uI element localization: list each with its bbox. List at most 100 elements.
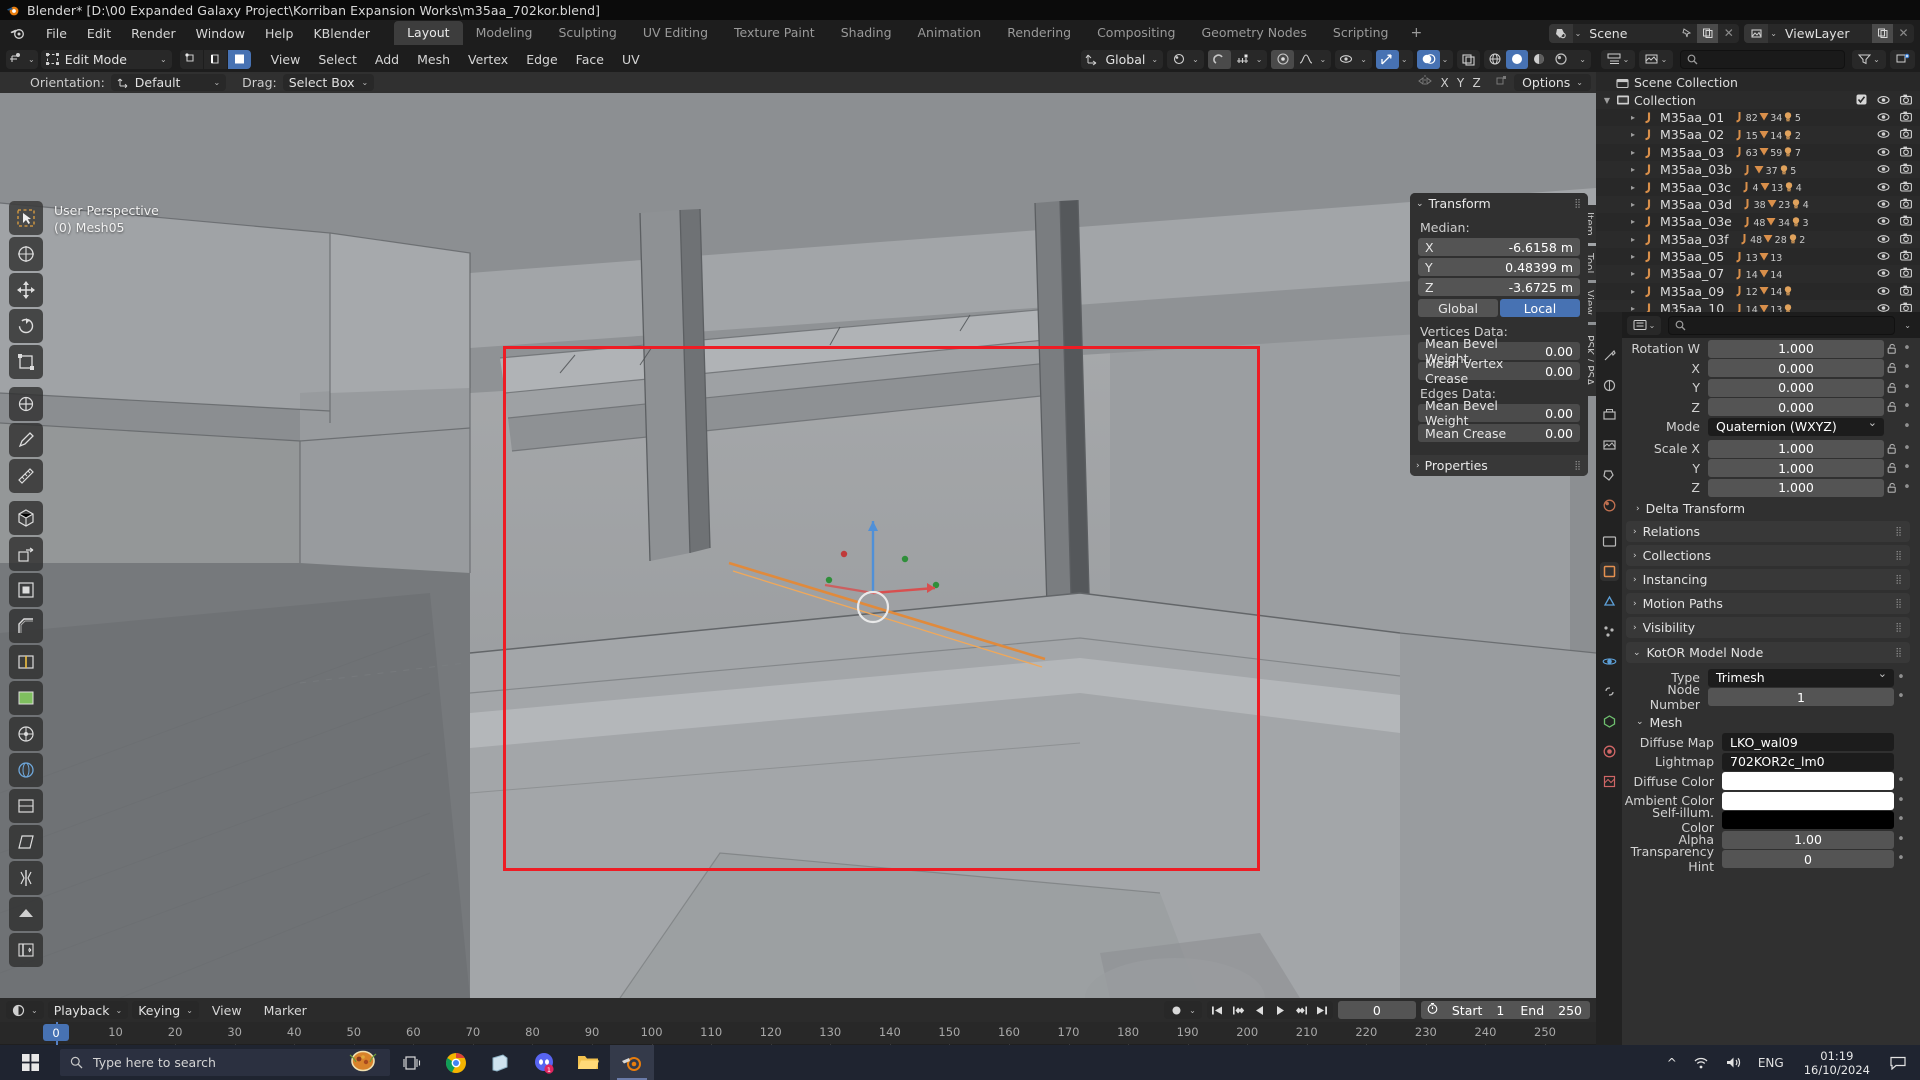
viewport-menu-select[interactable]: Select	[309, 50, 366, 69]
outliner-row-object[interactable]: ▸ M35aa_10 14 13	[1596, 300, 1920, 312]
rendered-shading-icon[interactable]	[1550, 50, 1572, 69]
volume-icon[interactable]	[1717, 1056, 1750, 1069]
section-drag-handle[interactable]: ⣿	[1895, 599, 1903, 609]
property-field[interactable]: Rotation W 1.000 •	[1622, 339, 1914, 358]
toggle-xray-icon[interactable]	[1457, 50, 1480, 69]
properties-options-chevron-icon[interactable]: ⌄	[1904, 321, 1915, 330]
language-indicator[interactable]: ENG	[1750, 1056, 1792, 1070]
tab-compositing[interactable]: Compositing	[1084, 21, 1188, 45]
viewport-menu-view[interactable]: View	[262, 50, 310, 69]
bevel-tool-icon[interactable]	[9, 609, 43, 643]
topology-mirror-icon[interactable]	[1494, 74, 1510, 92]
lock-icon[interactable]	[1884, 362, 1900, 374]
object-expand-icon[interactable]: ▸	[1626, 217, 1640, 226]
property-field[interactable]: Z 1.000 •	[1622, 478, 1914, 497]
wireframe-shading-icon[interactable]	[1484, 50, 1506, 69]
options-button[interactable]: Options ⌄	[1514, 74, 1591, 91]
menu-kblender[interactable]: KBlender	[303, 24, 380, 43]
timeline-menu-view[interactable]: View	[203, 1001, 251, 1020]
object-expand-icon[interactable]: ▸	[1626, 269, 1640, 278]
kotor-model-node-section[interactable]: ⌄ KotOR Model Node ⣿	[1626, 642, 1910, 663]
outliner-row-scene-collection[interactable]: Scene Collection	[1596, 74, 1920, 91]
median-y-row[interactable]: Y 0.48399 m	[1418, 258, 1580, 276]
outliner-row-object[interactable]: ▸ M35aa_07 14 14	[1596, 265, 1920, 283]
mirror-axis-y[interactable]: Y	[1453, 76, 1468, 90]
lock-icon[interactable]	[1884, 343, 1900, 355]
mesh-property-field[interactable]: Diffuse Color •	[1622, 772, 1908, 790]
tab-uv-editing[interactable]: UV Editing	[630, 21, 721, 45]
add-workspace-button[interactable]: +	[1401, 22, 1431, 44]
property-field[interactable]: Y 1.000 •	[1622, 459, 1914, 477]
outliner-row-object[interactable]: ▸ M35aa_09 12 14	[1596, 283, 1920, 300]
show-overlays-eye-icon[interactable]	[1335, 50, 1358, 69]
jump-to-end-button[interactable]	[1312, 1001, 1333, 1019]
tab-geometry-nodes[interactable]: Geometry Nodes	[1188, 21, 1319, 45]
object-visibility-eye-icon[interactable]	[1877, 145, 1890, 160]
shear-tool-icon[interactable]	[9, 825, 43, 859]
overlays-group[interactable]: ⌄	[1416, 49, 1454, 69]
jump-to-next-keyframe-button[interactable]	[1291, 1001, 1312, 1019]
outliner-row-object[interactable]: ▸ M35aa_03 63 59 7	[1596, 144, 1920, 161]
extrude-tool-icon[interactable]	[9, 537, 43, 571]
object-visibility-eye-icon[interactable]	[1877, 232, 1890, 247]
view-layer-properties-tab-icon[interactable]	[1600, 436, 1619, 455]
object-expand-icon[interactable]: ▸	[1626, 252, 1640, 261]
animate-property-dot[interactable]: •	[1894, 833, 1908, 846]
loop-cut-tool-icon[interactable]	[9, 645, 43, 679]
modifier-properties-tab-icon[interactable]	[1600, 592, 1619, 611]
properties-panel-header[interactable]: › Properties ⣿	[1410, 455, 1588, 476]
section-drag-handle[interactable]: ⣿	[1895, 623, 1903, 633]
outliner-row-object[interactable]: ▸ M35aa_03f 48 28 2	[1596, 230, 1920, 248]
edge-slide-tool-icon[interactable]	[9, 933, 43, 967]
animate-property-dot[interactable]: •	[1894, 813, 1908, 826]
add-cube-tool-icon[interactable]	[9, 501, 43, 535]
object-render-camera-icon[interactable]	[1900, 197, 1912, 212]
menu-edit[interactable]: Edit	[77, 24, 121, 43]
rotate-tool-icon[interactable]	[9, 309, 43, 343]
object-visibility-eye-icon[interactable]	[1877, 301, 1890, 312]
snap-to-icon[interactable]	[1231, 50, 1254, 69]
mesh-property-value[interactable]: 702KOR2c_lm0	[1722, 752, 1894, 771]
animate-property-dot[interactable]: •	[1900, 400, 1914, 413]
node-number-animate-dot[interactable]: •	[1894, 690, 1908, 703]
rip-region-tool-icon[interactable]	[9, 861, 43, 895]
current-frame-field[interactable]: 0	[1337, 1001, 1416, 1019]
overlays-icon[interactable]	[1416, 49, 1440, 69]
rotation-mode-field[interactable]: Mode Quaternion (WXYZ) •	[1622, 416, 1914, 436]
median-x-row[interactable]: X -6.6158 m	[1418, 238, 1580, 256]
local-space-button[interactable]: Local	[1500, 299, 1580, 317]
jump-to-start-button[interactable]	[1207, 1001, 1228, 1019]
select-box-tool-icon[interactable]	[9, 237, 43, 271]
falloff-curve-icon[interactable]	[1294, 50, 1317, 69]
kotor-drag-handle[interactable]: ⣿	[1895, 648, 1903, 658]
object-render-camera-icon[interactable]	[1900, 127, 1912, 142]
outliner-search-input[interactable]	[1680, 49, 1845, 69]
property-section-header[interactable]: › Instancing ⣿	[1626, 569, 1910, 590]
outliner-row-object[interactable]: ▸ M35aa_02 15 14 2	[1596, 126, 1920, 144]
edge-select-mode-icon[interactable]	[203, 49, 227, 69]
animate-property-dot[interactable]: •	[1900, 442, 1914, 455]
outliner-tree[interactable]: Scene Collection ▼ Collection ▸ M35aa_01 8…	[1596, 72, 1920, 312]
shrink-fatten-tool-icon[interactable]	[9, 897, 43, 931]
discord-icon[interactable]: 1	[522, 1045, 566, 1080]
animate-property-dot[interactable]: •	[1900, 381, 1914, 394]
3d-viewport[interactable]: User Perspective (0) Mesh05 Item Tool Vi…	[0, 93, 1596, 998]
transform-drag-handle[interactable]: ⣿	[1574, 199, 1582, 209]
color-swatch[interactable]	[1722, 791, 1894, 810]
material-preview-shading-icon[interactable]	[1528, 50, 1550, 69]
object-render-camera-icon[interactable]	[1900, 232, 1912, 247]
object-visibility-eye-icon[interactable]	[1877, 266, 1890, 281]
tool-properties-tab-icon[interactable]	[1600, 346, 1619, 365]
animate-property-dot[interactable]: •	[1900, 481, 1914, 494]
property-section-header[interactable]: › Relations ⣿	[1626, 521, 1910, 542]
property-section-header[interactable]: › Visibility ⣿	[1626, 617, 1910, 638]
keying-dropdown[interactable]: Keying ⌄	[132, 1001, 199, 1019]
collection-properties-tab-icon[interactable]	[1600, 532, 1619, 551]
property-section-header[interactable]: › Collections ⣿	[1626, 545, 1910, 566]
property-field[interactable]: Scale X 1.000 •	[1622, 439, 1914, 458]
object-visibility-eye-icon[interactable]	[1877, 284, 1890, 299]
vertex-select-mode-icon[interactable]	[179, 49, 203, 69]
tab-layout[interactable]: Layout	[394, 21, 463, 45]
outliner-row-object[interactable]: ▸ M35aa_03c 4 13 4	[1596, 178, 1920, 195]
snap-magnet-icon[interactable]	[1207, 49, 1231, 69]
